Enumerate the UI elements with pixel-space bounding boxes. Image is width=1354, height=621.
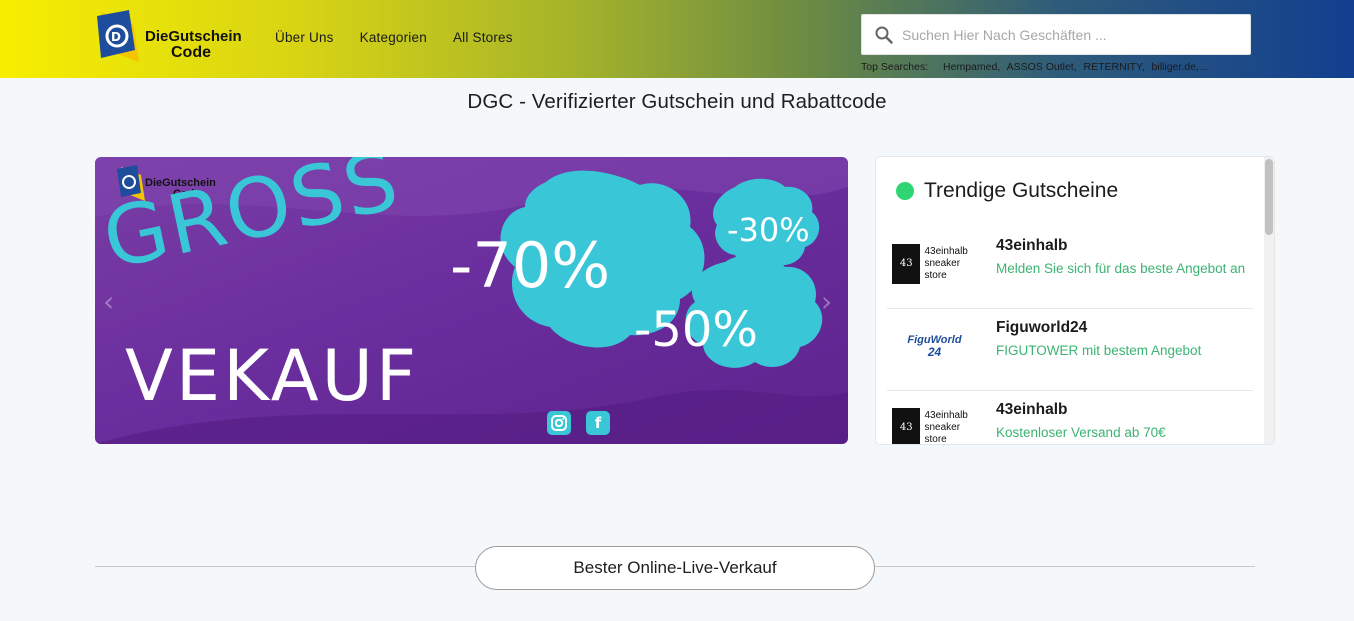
top-search-link[interactable]: RETERNITY, [1084,61,1145,73]
section-heading-pill[interactable]: Bester Online-Live-Verkauf [475,546,875,590]
store-name[interactable]: 43einhalb [996,237,1068,255]
store-logo-text-line2: sneaker store [924,422,961,445]
nav-about[interactable]: Über Uns [275,30,334,45]
search-input[interactable] [902,15,1242,54]
facebook-icon[interactable]: f [586,411,610,435]
store-name[interactable]: 43einhalb [996,401,1068,419]
logo-text: DieGutschein Code [145,29,242,61]
instagram-icon[interactable] [547,411,571,435]
store-logo: FiguWorld 24 [892,323,977,369]
site-logo[interactable]: D DieGutschein Code [95,10,260,66]
store-logo-text-line2: 24 [927,345,942,359]
logo-line1: DieGutschein [145,28,242,45]
trending-item[interactable]: FiguWorld 24 Figuworld24 FIGUTOWER mit b… [887,309,1253,391]
status-dot-icon [896,182,914,200]
nav-categories[interactable]: Kategorien [360,30,427,45]
offer-description[interactable]: FIGUTOWER mit bestem Angebot [996,341,1251,361]
svg-text:D: D [111,30,121,44]
store-logo-text-line1: 43einhalb [924,410,968,421]
logo-badge-icon: D [97,10,139,62]
offer-description[interactable]: Melden Sie sich für das beste Angebot an [996,259,1251,279]
store-logo-text-line1: 43einhalb [924,246,968,257]
site-header: D DieGutschein Code Über Uns Kategorien … [0,0,1354,78]
offer-description[interactable]: Kostenloser Versand ab 70€ [996,423,1251,443]
scrollbar-thumb[interactable] [1265,159,1273,235]
main-nav: Über Uns Kategorien All Stores [275,30,539,45]
top-searches: Top Searches: Hempamed, ASSOS Outlet, RE… [861,61,1212,73]
store-logo: 43 43einhalb sneaker store [892,241,982,287]
top-searches-label: Top Searches: [861,61,929,73]
search-box[interactable] [861,14,1251,55]
store-logo-text: 43einhalb sneaker store [924,410,982,445]
panel-scrollbar[interactable] [1264,157,1274,444]
store-name[interactable]: Figuworld24 [996,319,1087,337]
banner-next-arrow-icon[interactable]: › [821,285,841,318]
store-logo-text: FiguWorld 24 [907,334,961,358]
top-search-link[interactable]: Hempamed, [943,61,1000,73]
trending-item[interactable]: 43 43einhalb sneaker store 43einhalb Mel… [887,227,1253,309]
banner-prev-arrow-icon[interactable]: ‹ [103,285,123,318]
store-logo-text-line2: sneaker store [924,258,961,281]
discount-50: -50% [634,302,759,358]
banner-headline-2: VEKAUF [125,335,420,417]
logo-line2: Code [171,44,211,61]
store-logo-text: 43einhalb sneaker store [924,246,982,282]
discount-70: -70% [450,229,611,302]
store-logo-mark: 43 [892,408,921,444]
store-logo-mark: 43 [892,244,921,284]
trending-header: Trendige Gutscheine [896,179,1118,203]
nav-all-stores[interactable]: All Stores [453,30,513,45]
discount-30: -30% [727,211,810,249]
top-search-link[interactable]: billiger.de,... [1152,61,1208,73]
search-icon [875,26,893,44]
trending-title: Trendige Gutscheine [924,179,1119,202]
page-title: DGC - Verifizierter Gutschein und Rabatt… [467,90,887,113]
trending-item[interactable]: 43 43einhalb sneaker store 43einhalb Kos… [887,391,1253,445]
trending-panel: Trendige Gutscheine 43 43einhalb sneaker… [875,156,1275,445]
top-search-link[interactable]: ASSOS Outlet, [1007,61,1077,73]
promo-banner[interactable]: DieGutschein Code GROSS VEKAUF -70% -50%… [95,157,848,444]
store-logo: 43 43einhalb sneaker store [892,405,982,445]
